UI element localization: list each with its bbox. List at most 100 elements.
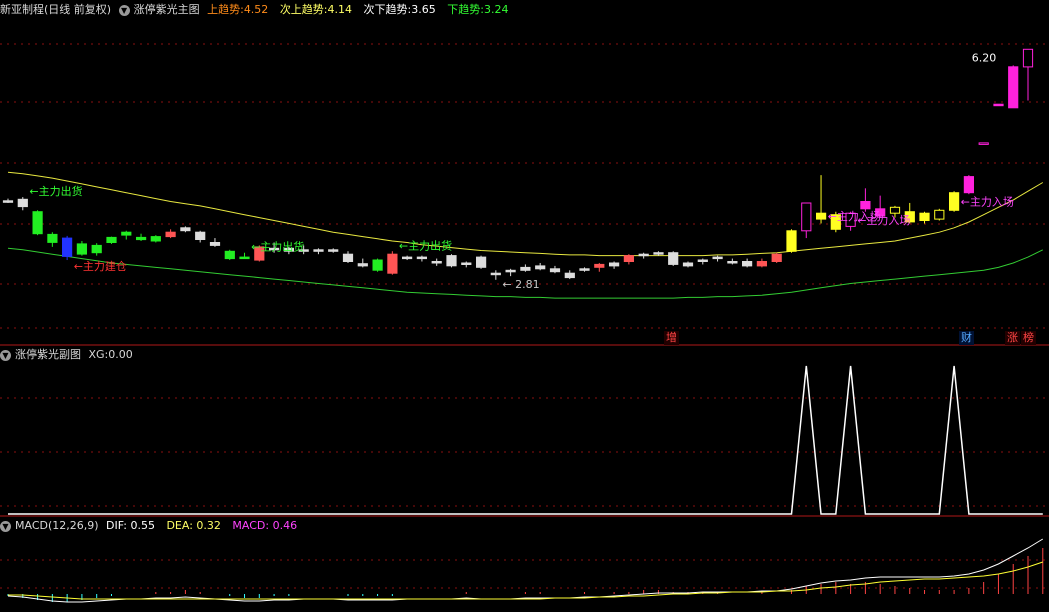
macd-label: MACD:: [232, 519, 270, 532]
candle: [387, 251, 398, 275]
candle: [431, 258, 442, 266]
candle-body: [623, 255, 634, 263]
xg-signal-plot: [8, 365, 1043, 515]
candle: [461, 261, 472, 268]
legend-up-trend-label: 上趋势:: [207, 3, 244, 16]
cai-badge[interactable]: 财: [959, 331, 974, 345]
candle-body: [32, 211, 43, 235]
candle: [993, 103, 1004, 107]
zeng-badge[interactable]: 增: [664, 331, 679, 345]
candle-body: [697, 259, 708, 262]
zhang-badge[interactable]: 涨: [1005, 331, 1020, 345]
candle: [180, 226, 191, 233]
candle: [623, 254, 634, 265]
legend-up-trend-value: 4.52: [243, 3, 269, 16]
candle: [742, 258, 753, 268]
candle-body: [431, 261, 442, 264]
candle: [801, 202, 812, 239]
candle-body: [17, 198, 28, 208]
candle: [712, 255, 723, 262]
candle: [446, 254, 457, 268]
candle: [549, 265, 561, 274]
candle-body: [549, 268, 561, 273]
candle: [609, 261, 620, 269]
candle: [771, 252, 782, 263]
annotation-label: ←主力入场: [961, 194, 1014, 208]
stock-title: 新亚制程(日线 前复权): [0, 3, 112, 16]
xg-legend-value: 0.00: [108, 348, 133, 361]
candle-body: [771, 253, 782, 262]
candle-body: [786, 230, 797, 252]
candle-body: [402, 256, 413, 260]
candle-body: [712, 256, 723, 260]
macd-dropdown-icon[interactable]: ▼: [0, 520, 11, 532]
candle: [727, 258, 738, 265]
candle: [47, 232, 58, 247]
candle-body: [357, 263, 368, 267]
macd-panel-header: ▼ MACD(12,26,9) DIF: 0.55 DEA: 0.32 MACD:…: [0, 518, 305, 534]
xg-legend-label: XG:: [88, 348, 109, 361]
candle-body: [490, 272, 501, 276]
candle: [121, 230, 132, 240]
sub-panel-dropdown-icon[interactable]: ▼: [0, 349, 11, 361]
candle: [978, 142, 989, 145]
dea-value: 0.32: [196, 519, 221, 532]
candle: [224, 249, 235, 261]
candle-body: [801, 202, 812, 232]
legend-second-up-value: 4.14: [327, 3, 353, 16]
candle-body: [978, 142, 989, 145]
candle-body: [165, 231, 176, 238]
candle: [2, 198, 14, 203]
annotations: ←主力出货←主力建仓←主力出货 ←主力出货← 2.81←主力入场←主力入场←主力入…: [29, 51, 1014, 290]
candle: [239, 252, 250, 260]
candle: [638, 252, 649, 259]
candle-body: [446, 255, 457, 267]
candle-body: [609, 262, 620, 267]
macd-value: 0.46: [272, 519, 298, 532]
legend-down-trend-label: 下趋势:: [447, 3, 484, 16]
candle-body: [136, 236, 147, 241]
candle-body: [416, 256, 427, 260]
candle: [756, 258, 767, 268]
candle: [535, 262, 546, 271]
candle-body: [224, 250, 235, 260]
candlesticks: [2, 48, 1034, 280]
candle-body: [328, 249, 339, 252]
candle-body: [993, 103, 1004, 107]
candle: [17, 197, 28, 211]
macd-title[interactable]: MACD(12,26,9): [15, 519, 99, 532]
candle: [165, 229, 176, 239]
indicator-name[interactable]: 涨停紫光主图: [134, 3, 200, 16]
candle: [136, 233, 147, 242]
annotation-label: ←主力出货: [399, 238, 452, 252]
candle-body: [816, 212, 827, 220]
candle: [416, 255, 427, 262]
candle-body: [520, 266, 531, 271]
candle: [106, 236, 117, 244]
candle-body: [1008, 66, 1019, 109]
candle-body: [653, 252, 664, 255]
legend-second-up-label: 次上趋势:: [279, 3, 328, 16]
candle: [919, 211, 930, 224]
annotation-label: 6.20: [972, 51, 997, 64]
candle: [579, 267, 590, 272]
main-panel-header: 新亚制程(日线 前复权) ▼ 涨停紫光主图 上趋势:4.52 次上趋势:4.14 …: [0, 2, 516, 18]
candle-body: [963, 176, 974, 194]
candle-body: [2, 200, 14, 203]
bang-badge[interactable]: 榜: [1021, 331, 1036, 345]
candle: [860, 188, 871, 212]
candle: [564, 270, 575, 280]
candle: [1022, 48, 1034, 101]
annotation-label: ←主力入场: [857, 213, 910, 227]
sub-panel-title[interactable]: 涨停紫光副图: [15, 348, 81, 361]
candle-body: [742, 261, 753, 267]
indicator-dropdown-icon[interactable]: ▼: [118, 4, 130, 16]
legend-second-down-value: 3.65: [411, 3, 436, 16]
candle-body: [727, 261, 738, 264]
candle-body: [342, 253, 354, 262]
annotation-label: ←主力出货: [251, 240, 304, 254]
candle: [476, 255, 487, 269]
candle-body: [505, 269, 516, 273]
candle: [594, 262, 605, 272]
dif-value: 0.55: [130, 519, 155, 532]
